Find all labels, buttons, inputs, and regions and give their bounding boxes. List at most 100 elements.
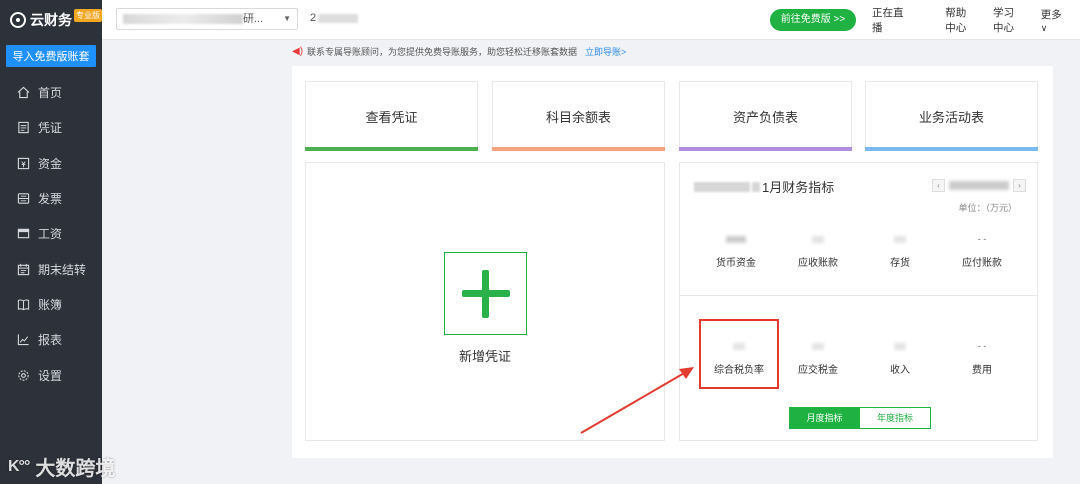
sidebar-item-label: 发票 — [38, 192, 63, 207]
new-voucher-panel: 新增凭证 — [305, 162, 665, 441]
metric-value — [694, 233, 778, 245]
prev-month-icon[interactable]: ‹ — [932, 178, 945, 192]
metric-value: - - — [977, 234, 987, 244]
sidebar-item-label: 首页 — [38, 86, 63, 101]
live-link[interactable]: 正在直播 — [872, 5, 927, 35]
company-name-suffix: 研... — [243, 13, 264, 25]
plus-icon-vertical — [482, 269, 489, 318]
watermark-logo-icon: K°° — [8, 457, 30, 475]
business-activity-card[interactable]: 业务活动表 — [865, 81, 1038, 151]
card-label: 资产负债表 — [732, 109, 798, 125]
metric-value-redacted — [894, 342, 906, 350]
home-icon — [17, 86, 30, 99]
app-logo[interactable]: 云财务 专业版 — [0, 0, 102, 40]
period-prefix: 2 — [310, 12, 317, 24]
balance-sheet-card[interactable]: 资产负债表 — [679, 81, 852, 151]
voucher-icon — [17, 122, 30, 134]
metric-label: 应收账款 — [798, 258, 838, 269]
card-accent-bar — [679, 147, 852, 151]
sidebar-item-period-close[interactable]: 期末结转 — [0, 251, 102, 286]
sidebar-item-home[interactable]: 首页 — [0, 75, 102, 110]
indicator-tabs: 月度指标 年度指标 — [789, 407, 931, 429]
notice-text: 联系专属导账顾问，为您提供免费导账服务，助您轻松迁移账套数据 — [307, 47, 578, 57]
gear-icon — [17, 369, 30, 381]
sidebar-item-salary[interactable]: 工资 — [0, 216, 102, 251]
metric-value — [858, 233, 942, 245]
highlight-box — [699, 319, 779, 389]
speaker-icon: ◀) — [292, 46, 304, 57]
main-content: 查看凭证 科目余额表 资产负债表 业务活动表 新增凭证 1月财务指标 ‹ › 单… — [292, 66, 1053, 458]
tab-yearly[interactable]: 年度指标 — [860, 407, 931, 429]
calendar-icon — [17, 263, 30, 275]
metric-value-redacted — [894, 235, 906, 243]
metric-receivables[interactable]: 应收账款 — [776, 233, 860, 269]
sidebar-nav: 首页 凭证 资金 发票 工资 期末结转 账簿 报表 设置 — [0, 75, 102, 393]
go-free-version-button[interactable]: 前往免费版 >> — [770, 9, 856, 31]
period-select[interactable]: 2 — [310, 12, 359, 24]
import-now-link[interactable]: 立即导账> — [585, 45, 626, 58]
help-center-link[interactable]: 帮助中心 — [945, 5, 975, 35]
book-icon — [17, 298, 30, 311]
fund-icon — [17, 157, 30, 169]
top-bar: 研... ▼ 2 前往免费版 >> 正在直播 帮助中心 学习中心 更多 — [102, 0, 1080, 40]
sidebar-item-ledger[interactable]: 账簿 — [0, 287, 102, 322]
live-link-label: 正在直播 — [872, 7, 904, 34]
metric-cash[interactable]: 货币资金 — [694, 233, 778, 269]
metric-tax-payable[interactable]: 应交税金 — [776, 340, 860, 376]
sidebar-item-settings[interactable]: 设置 — [0, 357, 102, 392]
sidebar-item-label: 报表 — [38, 333, 63, 348]
card-accent-bar — [492, 147, 665, 151]
next-month-icon[interactable]: › — [1013, 178, 1026, 192]
month-picker[interactable]: ‹ › — [932, 178, 1026, 192]
metric-label: 货币资金 — [716, 258, 756, 269]
sidebar-item-reports[interactable]: 报表 — [0, 322, 102, 357]
period-redacted — [318, 13, 359, 23]
sidebar-item-label: 资金 — [38, 156, 63, 171]
company-name-redacted — [123, 14, 243, 25]
metric-expenses[interactable]: - - 费用 — [940, 340, 1024, 376]
financial-indicators-panel: 1月财务指标 ‹ › 单位：（万元） 货币资金 应收账款 存货 - - 应付账款… — [679, 162, 1038, 441]
metric-value: - - — [977, 341, 987, 351]
pro-badge: 专业版 — [74, 8, 102, 22]
import-free-ledger-button[interactable]: 导入免费版账套 — [6, 45, 96, 67]
finance-title: 1月财务指标 — [694, 177, 834, 196]
metric-payables[interactable]: - - 应付账款 — [940, 233, 1024, 269]
card-accent-bar — [865, 147, 1038, 151]
logo-icon — [10, 12, 26, 28]
finance-year-redacted — [694, 181, 750, 192]
finance-title-text: 1月财务指标 — [762, 180, 835, 195]
salary-icon — [17, 228, 30, 240]
divider — [680, 295, 1037, 296]
company-select[interactable]: 研... ▼ — [116, 8, 298, 30]
metric-inventory[interactable]: 存货 — [858, 233, 942, 269]
metric-value-redacted — [812, 235, 824, 243]
new-voucher-button[interactable] — [444, 252, 527, 335]
chevron-down-icon: ▼ — [283, 14, 291, 23]
metric-label: 应付账款 — [962, 258, 1002, 269]
learning-center-link[interactable]: 学习中心 — [993, 5, 1023, 35]
sidebar-item-label: 期末结转 — [38, 262, 87, 277]
new-voucher-label: 新增凭证 — [458, 349, 511, 364]
invoice-icon — [17, 193, 30, 205]
sidebar-item-fund[interactable]: 资金 — [0, 146, 102, 181]
metric-value — [858, 340, 942, 352]
sidebar-item-invoice[interactable]: 发票 — [0, 181, 102, 216]
view-voucher-card[interactable]: 查看凭证 — [305, 81, 478, 151]
sidebar-item-label: 账簿 — [38, 297, 63, 312]
tab-monthly[interactable]: 月度指标 — [789, 407, 860, 429]
more-menu[interactable]: 更多 — [1041, 7, 1062, 34]
card-label: 业务活动表 — [918, 109, 984, 125]
metric-revenue[interactable]: 收入 — [858, 340, 942, 376]
metric-label: 应交税金 — [798, 365, 838, 376]
metric-label: 收入 — [890, 365, 910, 376]
sidebar-item-label: 凭证 — [38, 121, 63, 136]
card-label: 科目余额表 — [545, 109, 611, 125]
logo-text: 云财务 — [30, 12, 72, 28]
metric-value-redacted — [726, 235, 746, 243]
notice-bar: ◀) 联系专属导账顾问，为您提供免费导账服务，助您轻松迁移账套数据 立即导账> — [292, 45, 626, 58]
account-balance-card[interactable]: 科目余额表 — [492, 81, 665, 151]
sidebar: 云财务 专业版 导入免费版账套 首页 凭证 资金 发票 工资 期末结转 账簿 报… — [0, 0, 102, 484]
card-accent-bar — [305, 147, 478, 151]
sidebar-item-label: 设置 — [38, 368, 63, 383]
sidebar-item-voucher[interactable]: 凭证 — [0, 110, 102, 145]
